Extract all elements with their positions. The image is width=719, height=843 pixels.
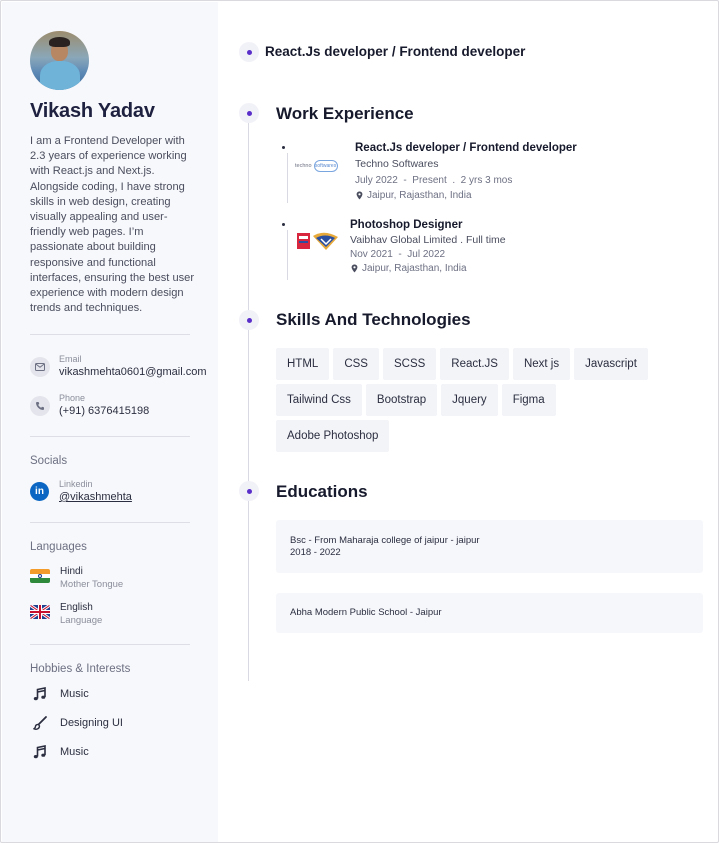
education-years: 2018 - 2022 <box>290 547 341 558</box>
skill-chip: Jquery <box>441 384 498 416</box>
skill-chip: HTML <box>276 348 330 380</box>
language-item: English Language <box>30 601 102 627</box>
job-title: React.Js developer / Frontend developer <box>355 142 577 154</box>
skill-chip: Tailwind Css <box>276 384 362 416</box>
avatar <box>30 31 89 90</box>
timeline-line <box>248 123 249 681</box>
divider <box>30 334 190 335</box>
brush-icon <box>30 713 50 733</box>
divider <box>30 522 190 523</box>
india-flag-icon <box>30 569 50 583</box>
job-dates: Nov 2021 - Jul 2022 <box>350 249 446 260</box>
email-contact[interactable]: Email vikashmehta0601@gmail.com <box>30 354 207 380</box>
location-pin-icon <box>351 264 358 273</box>
hobby-label: Music <box>60 746 89 758</box>
job-line <box>287 153 288 203</box>
timeline-dot <box>239 310 259 330</box>
languages-heading: Languages <box>30 541 87 553</box>
timeline-dot <box>239 481 259 501</box>
education-card: Bsc - From Maharaja college of jaipur - … <box>276 520 703 573</box>
sidebar: Vikash Yadav I am a Frontend Developer w… <box>2 2 218 842</box>
phone-label: Phone <box>59 393 86 403</box>
email-value[interactable]: vikashmehta0601@gmail.com <box>59 365 207 380</box>
education-line: Bsc - From Maharaja college of jaipur - … <box>290 535 480 546</box>
education-card: Abha Modern Public School - Jaipur <box>276 593 703 633</box>
music-icon <box>30 742 50 762</box>
skills-list: HTML CSS SCSS React.JS Next js Javascrip… <box>276 348 671 452</box>
phone-icon <box>30 396 50 416</box>
skill-chip: Adobe Photoshop <box>276 420 390 452</box>
job-company: Techno Softwares <box>355 158 439 170</box>
skill-chip: Next js <box>512 348 571 380</box>
language-item: Hindi Mother Tongue <box>30 565 123 591</box>
linkedin-icon: in <box>30 482 49 501</box>
language-name: English <box>60 602 93 613</box>
timeline-dot <box>239 42 259 62</box>
language-level: Mother Tongue <box>60 579 124 590</box>
linkedin-link[interactable]: in Linkedin @vikashmehta <box>30 479 132 505</box>
language-name: Hindi <box>60 566 83 577</box>
job-dates: July 2022 - Present . 2 yrs 3 mos <box>355 175 513 186</box>
techno-softwares-logo: techno softwares <box>295 157 341 175</box>
profile-bio: I am a Frontend Developer with 2.3 years… <box>30 135 195 315</box>
hobby-item: Designing UI <box>30 713 123 733</box>
hobby-item: Music <box>30 742 89 762</box>
phone-value[interactable]: (+91) 6376415198 <box>59 404 149 419</box>
hobby-label: Music <box>60 688 89 700</box>
job-bullet <box>282 223 285 226</box>
vaibhav-global-logo <box>296 230 340 252</box>
location-pin-icon <box>356 191 363 200</box>
skill-chip: Figma <box>501 384 556 416</box>
education-line: Abha Modern Public School - Jaipur <box>290 607 442 618</box>
headline: React.Js developer / Frontend developer <box>265 44 526 59</box>
job-location: Jaipur, Rajasthan, India <box>351 263 467 274</box>
mail-icon <box>30 357 50 377</box>
phone-contact[interactable]: Phone (+91) 6376415198 <box>30 393 149 419</box>
linkedin-label: Linkedin <box>59 479 93 489</box>
skill-chip: Bootstrap <box>365 384 438 416</box>
language-level: Language <box>60 615 103 626</box>
work-heading: Work Experience <box>276 104 414 123</box>
linkedin-handle[interactable]: @vikashmehta <box>59 490 132 505</box>
resume-page: Vikash Yadav I am a Frontend Developer w… <box>0 0 719 843</box>
email-label: Email <box>59 354 82 364</box>
job-title: Photoshop Designer <box>350 219 463 231</box>
music-icon <box>30 684 50 704</box>
job-bullet <box>282 146 285 149</box>
hobby-item: Music <box>30 684 89 704</box>
skills-heading: Skills And Technologies <box>276 310 471 329</box>
hobbies-heading: Hobbies & Interests <box>30 663 131 675</box>
skill-chip: SCSS <box>382 348 437 380</box>
divider <box>30 644 190 645</box>
profile-name: Vikash Yadav <box>30 100 155 122</box>
uk-flag-icon <box>30 605 50 619</box>
skill-chip: React.JS <box>440 348 509 380</box>
job-line <box>287 230 288 280</box>
hobby-label: Designing UI <box>60 717 123 729</box>
divider <box>30 436 190 437</box>
skill-chip: Javascript <box>574 348 648 380</box>
job-company: Vaibhav Global Limited . Full time <box>350 234 506 246</box>
timeline-dot <box>239 103 259 123</box>
skill-chip: CSS <box>333 348 379 380</box>
socials-heading: Socials <box>30 455 68 467</box>
job-location: Jaipur, Rajasthan, India <box>356 190 472 201</box>
education-heading: Educations <box>276 482 368 501</box>
